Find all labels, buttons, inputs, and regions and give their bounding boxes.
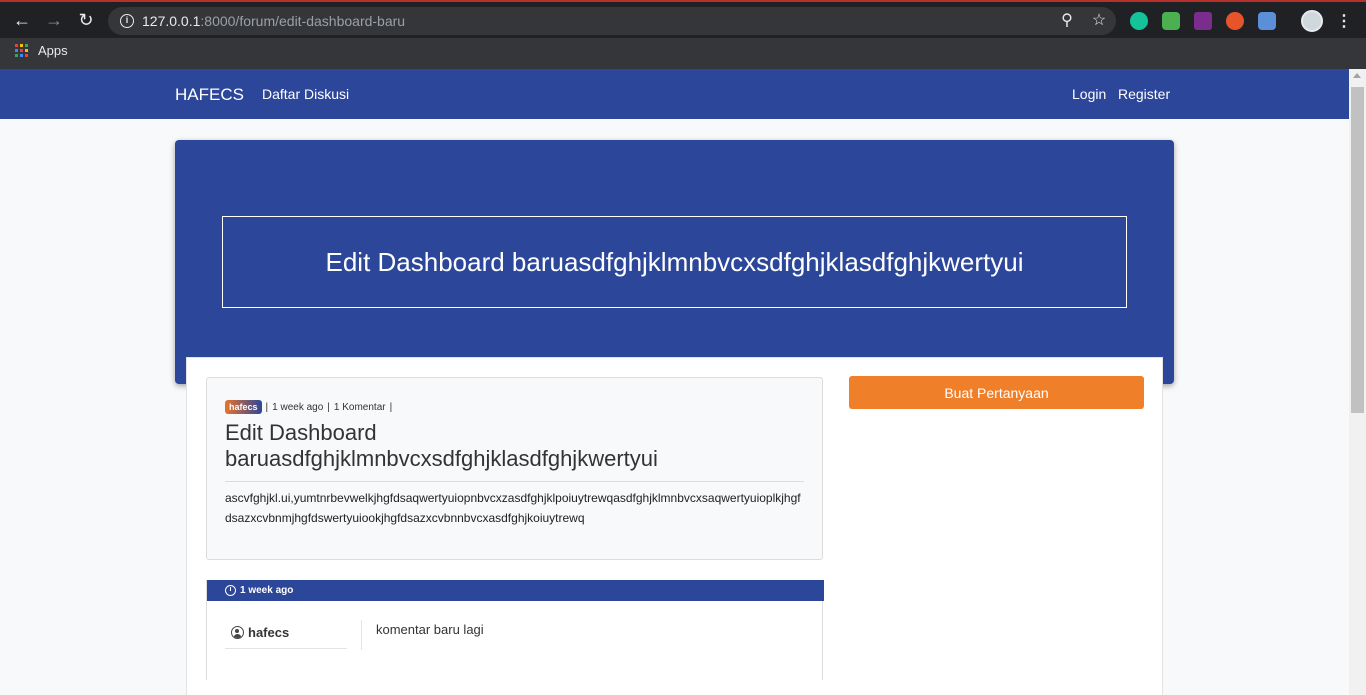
nav-link-discussions[interactable]: Daftar Diskusi	[262, 86, 349, 102]
apps-bookmark[interactable]: Apps	[38, 43, 68, 58]
page-viewport: HAFECS Daftar Diskusi Login Register Edi…	[0, 69, 1349, 695]
site-navbar: HAFECS Daftar Diskusi Login Register	[0, 69, 1349, 119]
separator: |	[389, 401, 393, 413]
nav-link-login[interactable]: Login	[1072, 86, 1106, 102]
address-bar[interactable]: i 127.0.0.1:8000/forum/edit-dashboard-ba…	[108, 7, 1116, 35]
post-time: 1 week ago	[272, 401, 324, 413]
grammarly-extension-icon[interactable]	[1130, 12, 1148, 30]
post-meta: hafecs | 1 week ago | 1 Komentar |	[225, 400, 396, 414]
divider	[225, 481, 804, 482]
comment-text: komentar baru lagi	[376, 622, 484, 637]
extension-icon[interactable]	[1194, 12, 1212, 30]
divider	[225, 648, 347, 649]
zoom-icon[interactable]: ⚲	[1058, 12, 1076, 30]
scroll-thumb[interactable]	[1351, 87, 1364, 413]
separator: |	[327, 401, 330, 413]
browser-toolbar: ← → ↻ i 127.0.0.1:8000/forum/edit-dashbo…	[0, 0, 1366, 38]
extension-icon[interactable]	[1226, 12, 1244, 30]
page-title: Edit Dashboard baruasdfghjklmnbvcxsdfghj…	[325, 246, 1024, 277]
comment-count: 1 Komentar	[333, 401, 386, 413]
post-body: ascvfghjkl.ui,yumtnrbevwelkjhgfdsaqwerty…	[225, 491, 801, 525]
separator: |	[265, 401, 269, 413]
extension-icon[interactable]	[1258, 12, 1276, 30]
menu-kebab-icon[interactable]: ⋮	[1336, 11, 1352, 31]
divider	[361, 620, 362, 650]
comment-time: 1 week ago	[240, 585, 294, 596]
post-title: Edit Dashboard baruasdfghjklmnbvcxsdfghj…	[225, 420, 658, 471]
comment-author-name: hafecs	[248, 625, 290, 640]
scroll-up-arrow-icon[interactable]	[1353, 73, 1361, 78]
comment-card: 1 week ago hafecs komentar baru lagi	[206, 580, 824, 680]
page-scrollbar[interactable]	[1349, 69, 1366, 695]
comment-author[interactable]: hafecs	[231, 625, 289, 640]
hero-title-box: Edit Dashboard baruasdfghjklmnbvcxsdfghj…	[222, 216, 1127, 308]
clock-icon	[225, 585, 236, 596]
extension-icon[interactable]	[1162, 12, 1180, 30]
nav-link-register[interactable]: Register	[1118, 86, 1170, 102]
hero-banner: Edit Dashboard baruasdfghjklmnbvcxsdfghj…	[175, 140, 1174, 384]
ask-question-button[interactable]: Buat Pertanyaan	[849, 376, 1144, 409]
profile-avatar[interactable]	[1301, 10, 1323, 32]
brand-logo[interactable]: HAFECS	[175, 85, 244, 105]
forward-arrow-icon[interactable]: →	[44, 10, 64, 30]
url-text: 127.0.0.1:8000/forum/edit-dashboard-baru	[142, 13, 406, 29]
star-icon[interactable]: ☆	[1090, 12, 1108, 30]
back-arrow-icon[interactable]: ←	[12, 10, 32, 30]
user-circle-icon	[231, 626, 244, 639]
reload-icon[interactable]: ↻	[76, 10, 96, 30]
author-badge[interactable]: hafecs	[225, 400, 262, 414]
apps-grid-icon[interactable]	[15, 44, 28, 57]
info-icon[interactable]: i	[120, 14, 134, 28]
content-panel: hafecs | 1 week ago | 1 Komentar | Edit …	[186, 357, 1163, 695]
post-card: hafecs | 1 week ago | 1 Komentar | Edit …	[206, 377, 823, 560]
comment-header: 1 week ago	[207, 580, 824, 601]
bookmarks-bar: Apps	[0, 38, 1366, 69]
